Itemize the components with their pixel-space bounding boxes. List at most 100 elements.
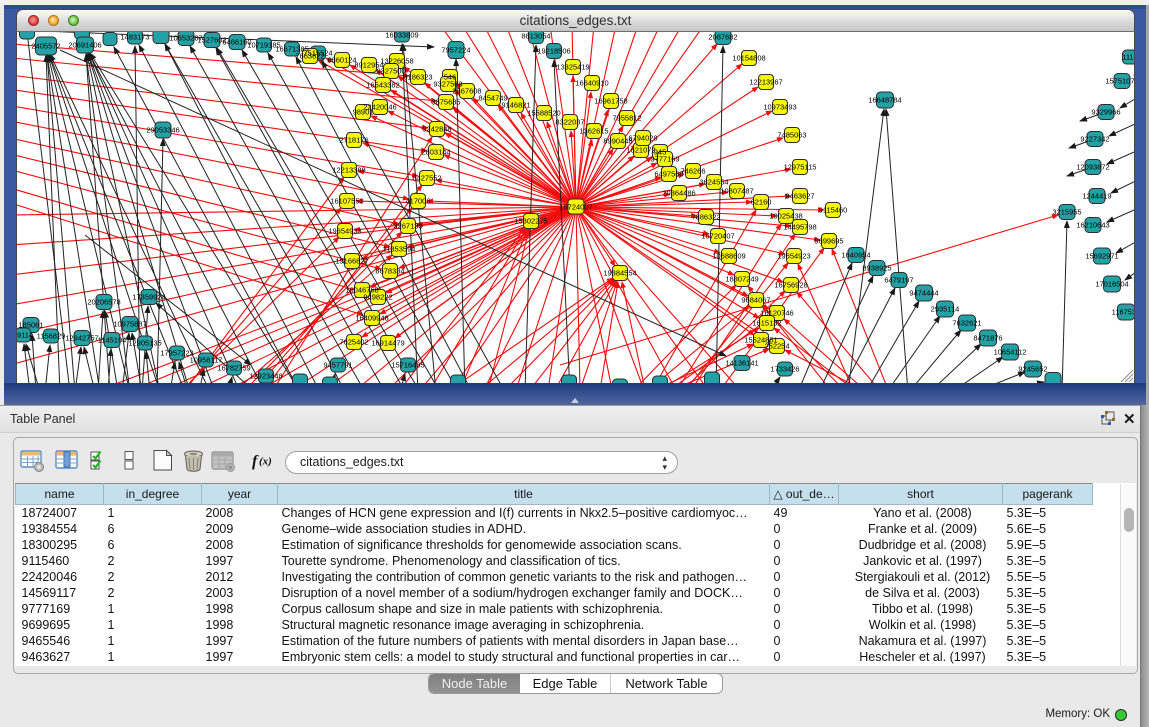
svg-text:8678334: 8678334 <box>375 267 404 276</box>
svg-text:19384554: 19384554 <box>603 269 636 278</box>
svg-text:17016504: 17016504 <box>1095 280 1128 289</box>
svg-text:746266: 746266 <box>680 167 705 176</box>
svg-text:3215955: 3215955 <box>1052 208 1081 217</box>
svg-text:9498222: 9498222 <box>363 293 392 302</box>
svg-text:3624554: 3624554 <box>699 178 728 187</box>
svg-text:20206578: 20206578 <box>87 298 120 307</box>
svg-text:(x): (x) <box>259 456 272 468</box>
svg-text:7632621: 7632621 <box>952 319 981 328</box>
svg-text:16107553: 16107553 <box>330 197 363 206</box>
svg-text:15716485: 15716485 <box>391 361 424 370</box>
svg-text:7955812: 7955812 <box>612 114 641 123</box>
svg-text:16648784: 16648784 <box>868 96 901 105</box>
svg-text:6497568: 6497568 <box>654 170 683 179</box>
svg-text:9329966: 9329966 <box>1091 108 1120 117</box>
svg-text:19166827: 19166827 <box>335 257 368 266</box>
svg-text:9227342: 9227342 <box>1080 135 1109 144</box>
svg-text:10025438: 10025438 <box>769 212 802 221</box>
svg-text:7485063: 7485063 <box>777 131 806 140</box>
svg-text:2087682: 2087682 <box>708 33 737 42</box>
svg-text:39114: 39114 <box>17 331 33 340</box>
svg-text:3267130: 3267130 <box>393 222 422 231</box>
svg-text:19654923: 19654923 <box>777 252 810 261</box>
svg-text:16210643: 16210643 <box>1076 221 1109 230</box>
svg-text:9699695: 9699695 <box>814 237 843 246</box>
svg-text:3875685: 3875685 <box>431 98 460 107</box>
svg-text:8427552: 8427552 <box>412 174 441 183</box>
svg-text:8938925: 8938925 <box>862 264 891 273</box>
svg-text:1362615: 1362615 <box>579 127 608 136</box>
svg-text:11353594: 11353594 <box>383 245 416 254</box>
svg-text:417006: 417006 <box>405 197 430 206</box>
svg-text:9327500: 9327500 <box>376 67 405 76</box>
svg-text:62160: 62160 <box>751 198 772 207</box>
svg-text:1621072: 1621072 <box>626 146 655 155</box>
svg-text:7625402: 7625402 <box>339 338 368 347</box>
svg-text:20364486: 20364486 <box>662 189 695 198</box>
svg-text:f: f <box>252 453 259 470</box>
svg-text:16543382: 16543382 <box>366 81 399 90</box>
svg-text:8322037: 8322037 <box>555 118 584 127</box>
svg-text:1483173: 1483173 <box>120 33 149 42</box>
svg-text:1640954: 1640954 <box>841 251 870 260</box>
svg-text:6479197: 6479197 <box>884 276 913 285</box>
svg-text:1112: 1112 <box>1122 53 1134 62</box>
svg-text:6794028: 6794028 <box>628 134 657 143</box>
svg-text:16782759: 16782759 <box>217 364 250 373</box>
svg-text:9457791: 9457791 <box>323 361 352 370</box>
svg-text:10807487: 10807487 <box>720 187 753 196</box>
svg-text:2867608: 2867608 <box>452 87 481 96</box>
svg-text:19218506: 19218506 <box>537 47 570 56</box>
svg-text:12213967: 12213967 <box>749 78 782 87</box>
svg-text:12923448: 12923448 <box>249 372 282 381</box>
svg-text:12093872: 12093872 <box>1076 163 1109 172</box>
svg-text:15751074: 15751074 <box>1105 77 1134 86</box>
svg-text:8813054: 8813054 <box>521 32 550 41</box>
svg-text:12905135: 12905135 <box>128 339 161 348</box>
svg-text:2718176: 2718176 <box>339 136 368 145</box>
svg-text:1244419: 1244419 <box>1082 192 1111 201</box>
svg-text:1145194: 1145194 <box>98 336 127 345</box>
svg-text:14495798: 14495798 <box>783 223 816 232</box>
svg-text:12942757: 12942757 <box>65 334 98 343</box>
svg-text:15720407: 15720407 <box>701 232 734 241</box>
svg-text:10975887: 10975887 <box>113 320 146 329</box>
svg-text:98901: 98901 <box>353 108 374 117</box>
svg-text:9777169: 9777169 <box>650 155 679 164</box>
svg-text:10654112: 10654112 <box>994 348 1027 357</box>
svg-text:9463627: 9463627 <box>785 192 814 201</box>
svg-text:16120746: 16120746 <box>760 309 793 318</box>
svg-text:20691406: 20691406 <box>68 41 101 50</box>
svg-text:15302275: 15302275 <box>514 217 547 226</box>
svg-text:16961758: 16961758 <box>594 97 627 106</box>
svg-text:19654933: 19654933 <box>328 227 361 236</box>
svg-text:8471876: 8471876 <box>973 334 1002 343</box>
svg-text:2935114: 2935114 <box>931 305 960 314</box>
svg-text:15692971: 15692971 <box>1085 252 1118 261</box>
svg-text:7886322: 7886322 <box>691 213 720 222</box>
svg-text:10154808: 10154808 <box>732 54 765 63</box>
svg-text:10973493: 10973493 <box>763 103 796 112</box>
svg-text:12213389: 12213389 <box>332 166 365 175</box>
svg-text:16640910: 16640910 <box>575 79 608 88</box>
svg-text:10688609: 10688609 <box>712 252 745 261</box>
svg-text:15588520: 15588520 <box>527 109 560 118</box>
svg-text:8186323: 8186323 <box>403 73 432 82</box>
svg-text:13226058: 13226058 <box>380 57 413 66</box>
svg-text:2405572: 2405572 <box>31 42 60 51</box>
svg-text:16914479: 16914479 <box>371 339 404 348</box>
svg-text:17359924: 17359924 <box>132 293 165 302</box>
svg-text:252254: 252254 <box>764 342 789 351</box>
svg-text:1615132: 1615132 <box>752 319 781 328</box>
svg-text:1156829: 1156829 <box>37 332 66 341</box>
svg-text:8660124: 8660124 <box>327 56 356 65</box>
svg-text:9146821: 9146821 <box>501 101 530 110</box>
svg-text:9684067: 9684067 <box>741 296 770 305</box>
svg-text:16409948: 16409948 <box>355 314 388 323</box>
svg-text:9242848: 9242848 <box>422 125 451 134</box>
svg-text:9115460: 9115460 <box>819 206 848 215</box>
svg-text:185061: 185061 <box>18 321 43 330</box>
svg-text:9474444: 9474444 <box>909 289 938 298</box>
svg-text:18807249: 18807249 <box>725 275 758 284</box>
svg-text:7663822: 7663822 <box>295 52 324 61</box>
